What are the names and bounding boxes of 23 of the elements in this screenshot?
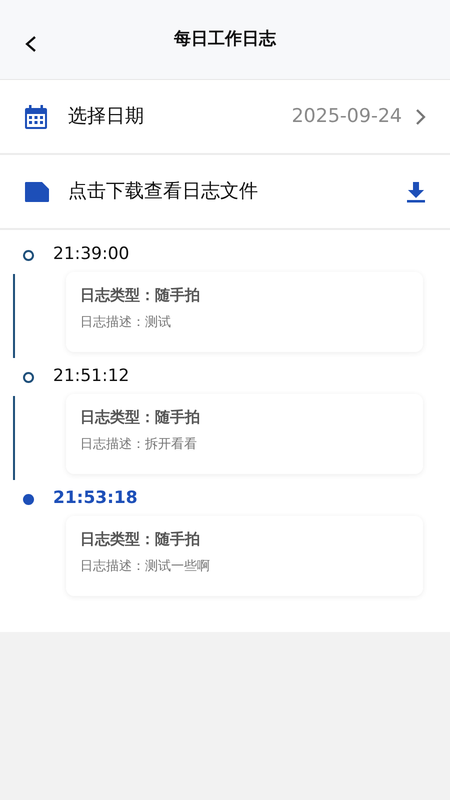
entry-time: 21:51:12 bbox=[53, 365, 130, 388]
entry-time: 21:53:18 bbox=[53, 487, 138, 510]
log-type: 日志类型：随手拍 bbox=[80, 407, 201, 428]
download-label: 点击下载查看日志文件 bbox=[68, 179, 258, 204]
download-icon[interactable] bbox=[406, 180, 426, 202]
log-card[interactable]: 日志类型：随手拍 日志描述：拆开看看 bbox=[66, 394, 423, 474]
back-icon[interactable] bbox=[24, 35, 38, 53]
date-label: 选择日期 bbox=[68, 104, 144, 130]
log-card[interactable]: 日志类型：随手拍 日志描述：测试 bbox=[66, 272, 423, 352]
log-card[interactable]: 日志类型：随手拍 日志描述：测试一些啊 bbox=[66, 516, 423, 596]
log-description: 日志描述：测试一些啊 bbox=[80, 558, 211, 576]
date-row[interactable]: 选择日期 2025-09-24 bbox=[0, 80, 450, 155]
log-type: 日志类型：随手拍 bbox=[80, 285, 201, 306]
log-description: 日志描述：测试 bbox=[80, 314, 172, 332]
entry-time: 21:39:00 bbox=[53, 243, 130, 266]
calendar-icon bbox=[24, 104, 48, 130]
page-title: 每日工作日志 bbox=[174, 28, 276, 51]
log-type: 日志类型：随手拍 bbox=[80, 529, 201, 550]
log-description: 日志描述：拆开看看 bbox=[80, 436, 198, 454]
download-row[interactable]: 点击下载查看日志文件 bbox=[0, 155, 450, 230]
file-icon bbox=[24, 180, 50, 202]
chevron-right-icon bbox=[414, 108, 426, 126]
date-value: 2025-09-24 bbox=[292, 104, 402, 130]
